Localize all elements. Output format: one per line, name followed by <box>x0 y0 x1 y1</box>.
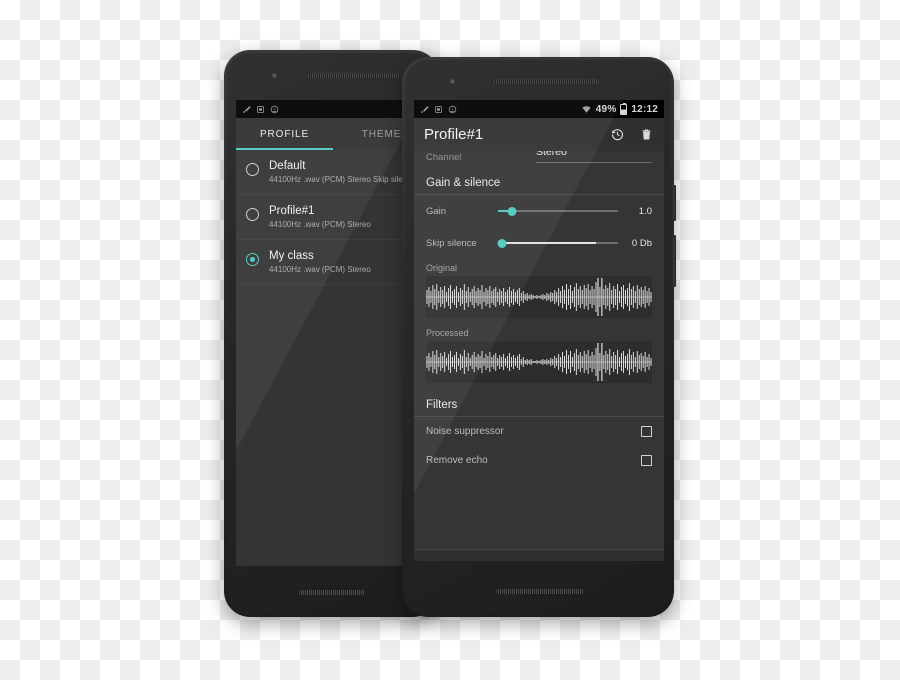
brush-icon <box>243 105 251 113</box>
channel-label: Channel <box>426 152 462 163</box>
delete-icon[interactable] <box>639 127 654 142</box>
brush-icon <box>421 105 429 113</box>
gain-label: Gain <box>426 205 447 217</box>
tab-active-indicator <box>236 148 333 150</box>
gain-slider[interactable] <box>498 204 618 218</box>
bottom-speaker-grille-front <box>496 589 584 594</box>
profile-subtitle-default: 44100Hz .wav (PCM) Stereo Skip silence <box>269 175 416 184</box>
sdcard-icon <box>435 105 442 113</box>
sdcard-icon <box>257 105 264 113</box>
screen-front-phone: 49% 12:12 Profile#1 Channel Stereo Gain … <box>414 100 664 561</box>
radio-myclass[interactable] <box>246 253 259 266</box>
skip-silence-slider[interactable] <box>497 236 618 250</box>
slider-row-gain[interactable]: Gain 1.0 <box>414 195 664 227</box>
filter-row-remove-echo[interactable]: Remove echo <box>414 446 664 475</box>
waveform-processed[interactable] <box>426 341 652 383</box>
tab-bar-back[interactable]: PROFILE THEME <box>236 118 430 150</box>
front-camera-icon <box>272 73 277 78</box>
status-bar-right-front: 49% 12:12 <box>581 102 658 115</box>
volume-button[interactable] <box>673 235 676 287</box>
remove-echo-label: Remove echo <box>426 455 488 466</box>
gain-value: 1.0 <box>638 205 652 217</box>
profile-list-item-profile1[interactable]: Profile#1 44100Hz .wav (PCM) Stereo <box>236 195 430 240</box>
wifi-icon <box>582 105 591 113</box>
settings-content: Channel Stereo Gain & silence Gain 1.0 S… <box>414 151 664 549</box>
profile-title-profile1: Profile#1 <box>269 205 315 217</box>
noise-suppressor-checkbox[interactable] <box>641 426 652 437</box>
page-title: Profile#1 <box>424 126 484 143</box>
waveform-original-graphic <box>426 278 652 316</box>
noise-suppressor-label: Noise suppressor <box>426 426 504 437</box>
screen-back-phone: PROFILE THEME Default 44100Hz .wav (PCM)… <box>236 100 430 566</box>
front-camera-icon-front <box>450 79 455 84</box>
apply-button[interactable]: APPLY <box>414 560 497 562</box>
profile-title-default: Default <box>269 160 306 172</box>
save-button[interactable]: SAVE <box>581 560 664 562</box>
status-bar-notification-icons-front <box>420 105 457 114</box>
profile-list-item-myclass[interactable]: My class 44100Hz .wav (PCM) Stereo <box>236 240 430 285</box>
status-bar-front: 49% 12:12 <box>414 100 664 118</box>
app-bar: Profile#1 <box>414 118 664 151</box>
gain-slider-thumb[interactable] <box>507 206 517 216</box>
radio-profile1[interactable] <box>246 208 259 221</box>
radio-default[interactable] <box>246 163 259 176</box>
slider-row-skip-silence[interactable]: Skip silence 0 Db <box>414 227 664 259</box>
canvas: PROFILE THEME Default 44100Hz .wav (PCM)… <box>0 0 900 680</box>
profile-title-myclass: My class <box>269 250 314 262</box>
earpiece-speaker-grille <box>308 73 400 78</box>
waveform-label-original: Original <box>426 263 458 273</box>
restore-history-icon[interactable] <box>610 127 625 142</box>
skip-silence-value: 0 Db <box>631 237 652 249</box>
channel-value-wrap[interactable]: Stereo <box>536 151 652 163</box>
section-heading-filters: Filters <box>414 389 664 417</box>
download-icon <box>448 105 457 113</box>
profile-list: Default 44100Hz .wav (PCM) Stereo Skip s… <box>236 150 430 566</box>
profile-list-item-default[interactable]: Default 44100Hz .wav (PCM) Stereo Skip s… <box>236 150 430 195</box>
section-heading-gain: Gain & silence <box>414 167 664 195</box>
waveform-label-processed: Processed <box>426 328 469 338</box>
bottom-speaker-grille-back <box>299 590 365 595</box>
power-button[interactable] <box>673 185 676 221</box>
stop-button[interactable]: STOP <box>497 560 580 562</box>
status-bar-notification-icons-back <box>242 105 279 114</box>
earpiece-speaker-grille-front <box>494 79 599 84</box>
clock-label: 12:12 <box>631 103 658 115</box>
battery-percent-label: 49% <box>595 103 617 115</box>
channel-value: Stereo <box>536 151 567 158</box>
skip-silence-slider-thumb[interactable] <box>497 238 507 248</box>
profile-subtitle-myclass: 44100Hz .wav (PCM) Stereo <box>269 265 371 274</box>
skip-silence-label: Skip silence <box>426 237 477 249</box>
profile-text-default: Default 44100Hz .wav (PCM) Stereo Skip s… <box>269 159 416 185</box>
tab-profile[interactable]: PROFILE <box>236 118 333 150</box>
profile-text-profile1: Profile#1 44100Hz .wav (PCM) Stereo <box>269 204 371 230</box>
waveform-original[interactable] <box>426 276 652 318</box>
waveform-processed-graphic <box>426 343 652 381</box>
app-bar-actions <box>610 127 654 142</box>
battery-icon <box>620 102 628 115</box>
filter-row-noise-suppressor[interactable]: Noise suppressor <box>414 417 664 446</box>
profile-text-myclass: My class 44100Hz .wav (PCM) Stereo <box>269 249 371 275</box>
skip-silence-slider-fill <box>498 242 597 244</box>
bottom-action-bar: APPLY STOP SAVE <box>414 549 664 561</box>
remove-echo-checkbox[interactable] <box>641 455 652 466</box>
download-icon <box>270 105 279 113</box>
channel-row[interactable]: Channel Stereo <box>414 151 664 167</box>
profile-subtitle-profile1: 44100Hz .wav (PCM) Stereo <box>269 220 371 229</box>
status-bar-back <box>236 100 430 118</box>
